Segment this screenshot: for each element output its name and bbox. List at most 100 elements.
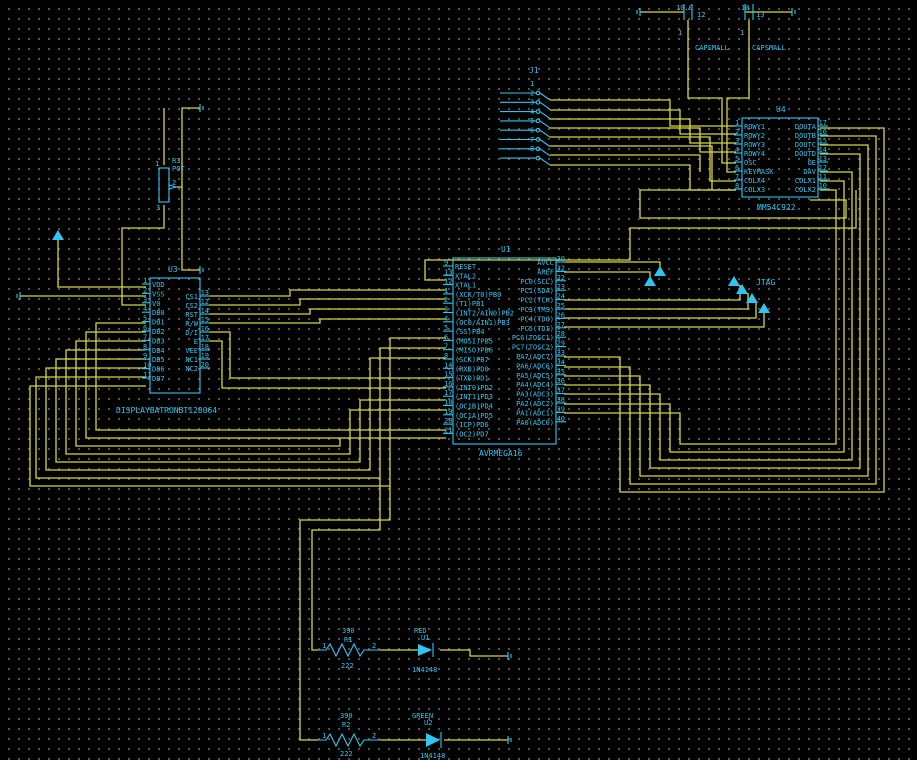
r2-resistor[interactable]: 390 R2 1 2 222: [318, 712, 380, 758]
pin-name: (OC1B)PD4: [455, 403, 493, 411]
schematic-canvas[interactable]: U1 AVRMEGA16 9 RESET 13 XTAL2 12 XTAL1 1 (XCK/T…: [0, 0, 917, 760]
ground-icon-c3: [791, 8, 796, 16]
u3-right-pins: 13CS112CS214RST15R/W16D/I17E18VEE19NC120…: [185, 289, 210, 373]
c3-ref: 13: [756, 11, 764, 19]
pin-number: 29: [557, 340, 565, 348]
r1-footprint: 222: [341, 662, 354, 670]
pin-name: E: [194, 338, 198, 346]
pin-name: (MOSI)PB5: [455, 337, 493, 345]
j1-connector[interactable]: J1 12 345 678: [500, 66, 551, 166]
pin-name: VSS: [152, 290, 165, 298]
pin-number: 2: [530, 89, 534, 97]
pin-name: VDD: [152, 281, 165, 289]
wire-db7: [29, 337, 446, 487]
r2-ref: R2: [342, 721, 350, 729]
contact-blade: [539, 101, 551, 110]
wire-u4-osc2: [639, 189, 736, 218]
pin-number: 4: [143, 305, 147, 313]
r1-resistor[interactable]: 390 R1 1 2 222: [318, 627, 380, 670]
pin-name: DB5: [152, 356, 165, 364]
j1-pin-4[interactable]: 4: [500, 108, 551, 129]
c2-ref: 12: [697, 11, 705, 19]
pin-name: (INT0)PD2: [455, 384, 493, 392]
wire-j1-7: [550, 154, 701, 172]
pin-number: 32: [557, 264, 565, 272]
pin-name: PC4(TDO): [520, 315, 554, 323]
pin-number: 19: [444, 408, 452, 416]
c2-label: CAPSMALL: [695, 44, 729, 52]
j1-pin-3[interactable]: 3: [500, 99, 551, 120]
pin-name: NC1: [185, 356, 198, 364]
pin-name: PC6(TOSC1): [512, 334, 554, 342]
wire-rw: [209, 318, 446, 324]
r2-zigzag: [318, 732, 380, 748]
contact-icon: [535, 155, 541, 161]
pin-number: 35: [557, 368, 565, 376]
u4-component[interactable]: U4 MM54C922 1 ROWY1 2 ROWY2 3 ROWY3 4 ROWY4 5 OSC…: [734, 105, 828, 212]
j1-pin-6[interactable]: 6: [500, 127, 551, 147]
pin-name: VEE: [185, 347, 198, 355]
contact-blade: [539, 120, 551, 129]
pin-number: 6: [735, 164, 739, 172]
pin-number: 4: [735, 146, 739, 154]
d1-part: 1N4148: [412, 666, 437, 674]
u4-left-pins: 1 ROWY1 2 ROWY2 3 ROWY3 4 ROWY4 5 OSC 6 KEYMASK 7 COL…: [734, 119, 774, 194]
wire-d1-gnd: [440, 649, 508, 657]
pin-name: DOUTC: [795, 141, 816, 149]
pin-name: XTAL1: [455, 282, 476, 290]
pin-name: PA4(ADC4): [516, 381, 554, 389]
j1-pin-8[interactable]: 8: [500, 145, 551, 166]
pin-name: PA0(ADC0): [516, 419, 554, 427]
wire-pa4: [564, 153, 861, 469]
pin-name: PC7(TOSC2): [512, 344, 554, 352]
r3-potentiometer[interactable]: R3 POT 1 2 3: [155, 157, 185, 212]
pin-name: DB6: [152, 366, 165, 374]
wire-jtag-3: [564, 302, 757, 319]
r1-ref: R1: [344, 636, 352, 644]
contact-blade: [539, 157, 551, 166]
pin-name: (OC2)PD7: [455, 430, 489, 438]
jtag-label: JTAG: [756, 278, 775, 287]
pin-name: PA2(ADC2): [516, 400, 554, 408]
pin-number: 33: [557, 349, 565, 357]
wire-cs2: [209, 298, 446, 306]
j1-pin-1[interactable]: 1: [500, 80, 551, 101]
pin-name: AVCC: [537, 259, 554, 267]
pin-name: AREF: [537, 268, 554, 276]
c3-capacitor[interactable]: 10 13 1 CAPSMALL: [740, 4, 786, 52]
pin-number: 15: [444, 371, 452, 379]
j1-pin-2[interactable]: 2: [500, 89, 551, 110]
wire-pot-wiper: [175, 107, 200, 188]
wire-cs1: [209, 289, 446, 297]
vcc-arrow-icon: [52, 230, 64, 240]
pin-name: COLX4: [744, 177, 765, 185]
pin-name: DB2: [152, 328, 165, 336]
r3-body: [158, 167, 170, 203]
pin-name: PC1(SDA): [520, 287, 554, 295]
pin-number: 5: [530, 117, 534, 125]
pin-name: ROWY3: [744, 141, 765, 149]
c2-capacitor[interactable]: 10.0 12 1 CAPSMALL: [676, 4, 729, 52]
pin-number: 19: [201, 352, 209, 360]
pin-name: COLX2: [795, 186, 816, 194]
c3-pin2: 1: [740, 29, 744, 37]
u1-component[interactable]: U1 AVRMEGA16 9 RESET13 XTAL212 XTAL1 1 (XCK/T…: [443, 245, 566, 458]
pin-number: 40: [557, 415, 565, 423]
r3-pin1: 1: [155, 160, 159, 168]
j1-pin-5[interactable]: 5: [500, 117, 551, 138]
c3-pin1: 10: [741, 4, 749, 12]
pin-number: 5: [444, 324, 448, 332]
j1-pin-7[interactable]: 7: [500, 136, 551, 157]
wire-vdd: [57, 240, 146, 288]
c3-label: CAPSMALL: [752, 44, 786, 52]
pin-number: 6: [444, 333, 448, 341]
u4-right-pins: 17DOUTA16DOUTB15DOUTC14DOUTD13OE12DAV11C…: [795, 119, 828, 194]
pin-number: 3: [735, 137, 739, 145]
d2-led[interactable]: GREEN U2 1N4148: [412, 712, 445, 760]
pin-name: NC2: [185, 365, 198, 373]
ground-icon-vss: [16, 292, 21, 300]
c2-pin1: 10.0: [676, 4, 693, 12]
pin-name: V0: [152, 300, 160, 308]
d2-ref: U2: [424, 719, 432, 727]
pin-number: 39: [557, 405, 565, 413]
